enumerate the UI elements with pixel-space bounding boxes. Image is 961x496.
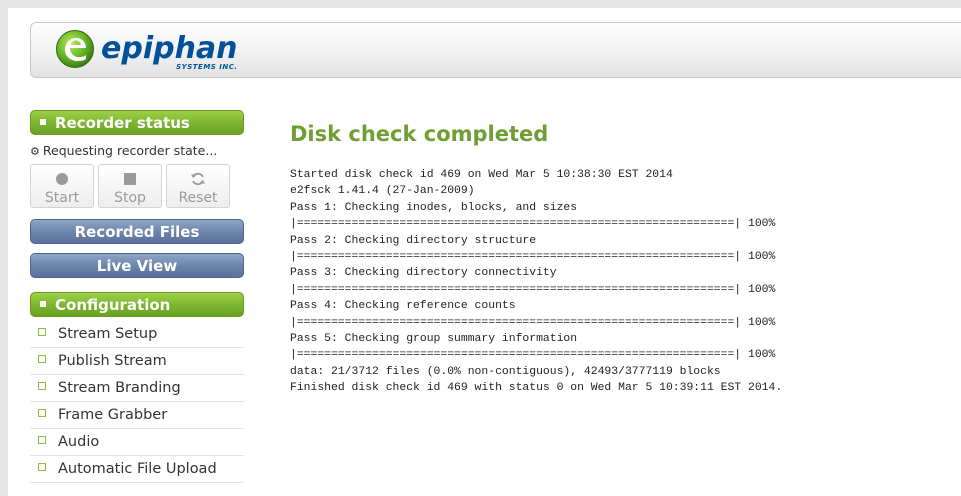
square-icon (124, 173, 136, 185)
bullet-icon (38, 463, 46, 471)
configuration-menu: Stream Setup Publish Stream Stream Brand… (30, 321, 244, 483)
epiphan-logo-icon (56, 30, 94, 68)
nav-item-audio[interactable]: Audio (30, 429, 244, 456)
bullet-icon (38, 355, 46, 363)
nav-item-automatic-file-upload[interactable]: Automatic File Upload (30, 456, 244, 483)
nav-item-stream-branding[interactable]: Stream Branding (30, 375, 244, 402)
log-line: Pass 3: Checking directory connectivity (290, 267, 557, 280)
sidebar: Recorder status ⚙ Requesting recorder sta… (30, 110, 244, 483)
disk-check-log: Started disk check id 469 on Wed Mar 5 1… (290, 167, 950, 397)
log-line: Pass 1: Checking inodes, blocks, and siz… (290, 201, 578, 214)
nav-item-label: Publish Stream (58, 353, 167, 369)
log-line: Pass 2: Checking directory structure (290, 234, 537, 247)
stop-label: Stop (114, 190, 146, 206)
refresh-icon (191, 172, 205, 186)
bullet-square-icon (40, 118, 46, 125)
bullet-icon (38, 436, 46, 444)
recorder-status-header: Recorder status (30, 110, 244, 135)
epiphan-logo[interactable]: epiphan SYSTEMS INC. (55, 29, 238, 72)
info-icon: ⚙ (30, 145, 40, 158)
nav-item-publish-stream[interactable]: Publish Stream (30, 348, 244, 375)
bullet-icon (38, 382, 46, 390)
progress-line: |=======================================… (290, 283, 776, 296)
log-line: data: 21/3712 files (0.0% non-contiguous… (290, 365, 721, 378)
bullet-icon (38, 328, 46, 336)
recorder-state: ⚙ Requesting recorder state... (30, 142, 244, 160)
page: epiphan SYSTEMS INC. Recorder status ⚙ Re… (8, 8, 961, 496)
nav-item-label: Audio (58, 434, 100, 450)
configuration-header: Configuration (30, 292, 244, 317)
logo-word: epiphan (101, 31, 238, 66)
progress-line: |=======================================… (290, 349, 776, 362)
recorder-state-text: Requesting recorder state... (42, 143, 218, 158)
nav-item-label: Automatic File Upload (58, 461, 217, 477)
bullet-icon (38, 409, 46, 417)
configuration-title: Configuration (55, 296, 171, 314)
bullet-square-icon (40, 300, 46, 307)
stop-button[interactable]: Stop (98, 164, 162, 208)
nav-item-label: Frame Grabber (58, 407, 168, 423)
log-line: Finished disk check id 469 with status 0… (290, 382, 783, 395)
start-label: Start (44, 190, 80, 206)
log-line: e2fsck 1.41.4 (27-Jan-2009) (290, 185, 475, 198)
start-button[interactable]: Start (30, 164, 94, 208)
progress-line: |=======================================… (290, 251, 776, 264)
reset-label: Reset (178, 190, 218, 206)
log-line: Pass 5: Checking group summary informati… (290, 333, 578, 346)
recorder-status-title: Recorder status (55, 114, 190, 132)
progress-line: |=======================================… (290, 218, 776, 231)
nav-item-label: Stream Branding (58, 380, 181, 396)
logo-wordmark: epiphan SYSTEMS INC. (101, 31, 238, 72)
page-title: Disk check completed (290, 122, 549, 146)
nav-item-frame-grabber[interactable]: Frame Grabber (30, 402, 244, 429)
live-view-button[interactable]: Live View (30, 253, 244, 278)
header-bar: epiphan SYSTEMS INC. (30, 22, 961, 78)
recorded-files-button[interactable]: Recorded Files (30, 219, 244, 244)
log-line: Pass 4: Checking reference counts (290, 300, 516, 313)
reset-button[interactable]: Reset (166, 164, 230, 208)
nav-item-stream-setup[interactable]: Stream Setup (30, 321, 244, 348)
circle-icon (56, 173, 68, 185)
nav-item-label: Stream Setup (58, 326, 158, 342)
log-line: Started disk check id 469 on Wed Mar 5 1… (290, 169, 673, 181)
recorder-controls: Start Stop Reset (30, 164, 244, 208)
progress-line: |=======================================… (290, 316, 776, 329)
logo-subtext: SYSTEMS INC. (176, 63, 238, 71)
